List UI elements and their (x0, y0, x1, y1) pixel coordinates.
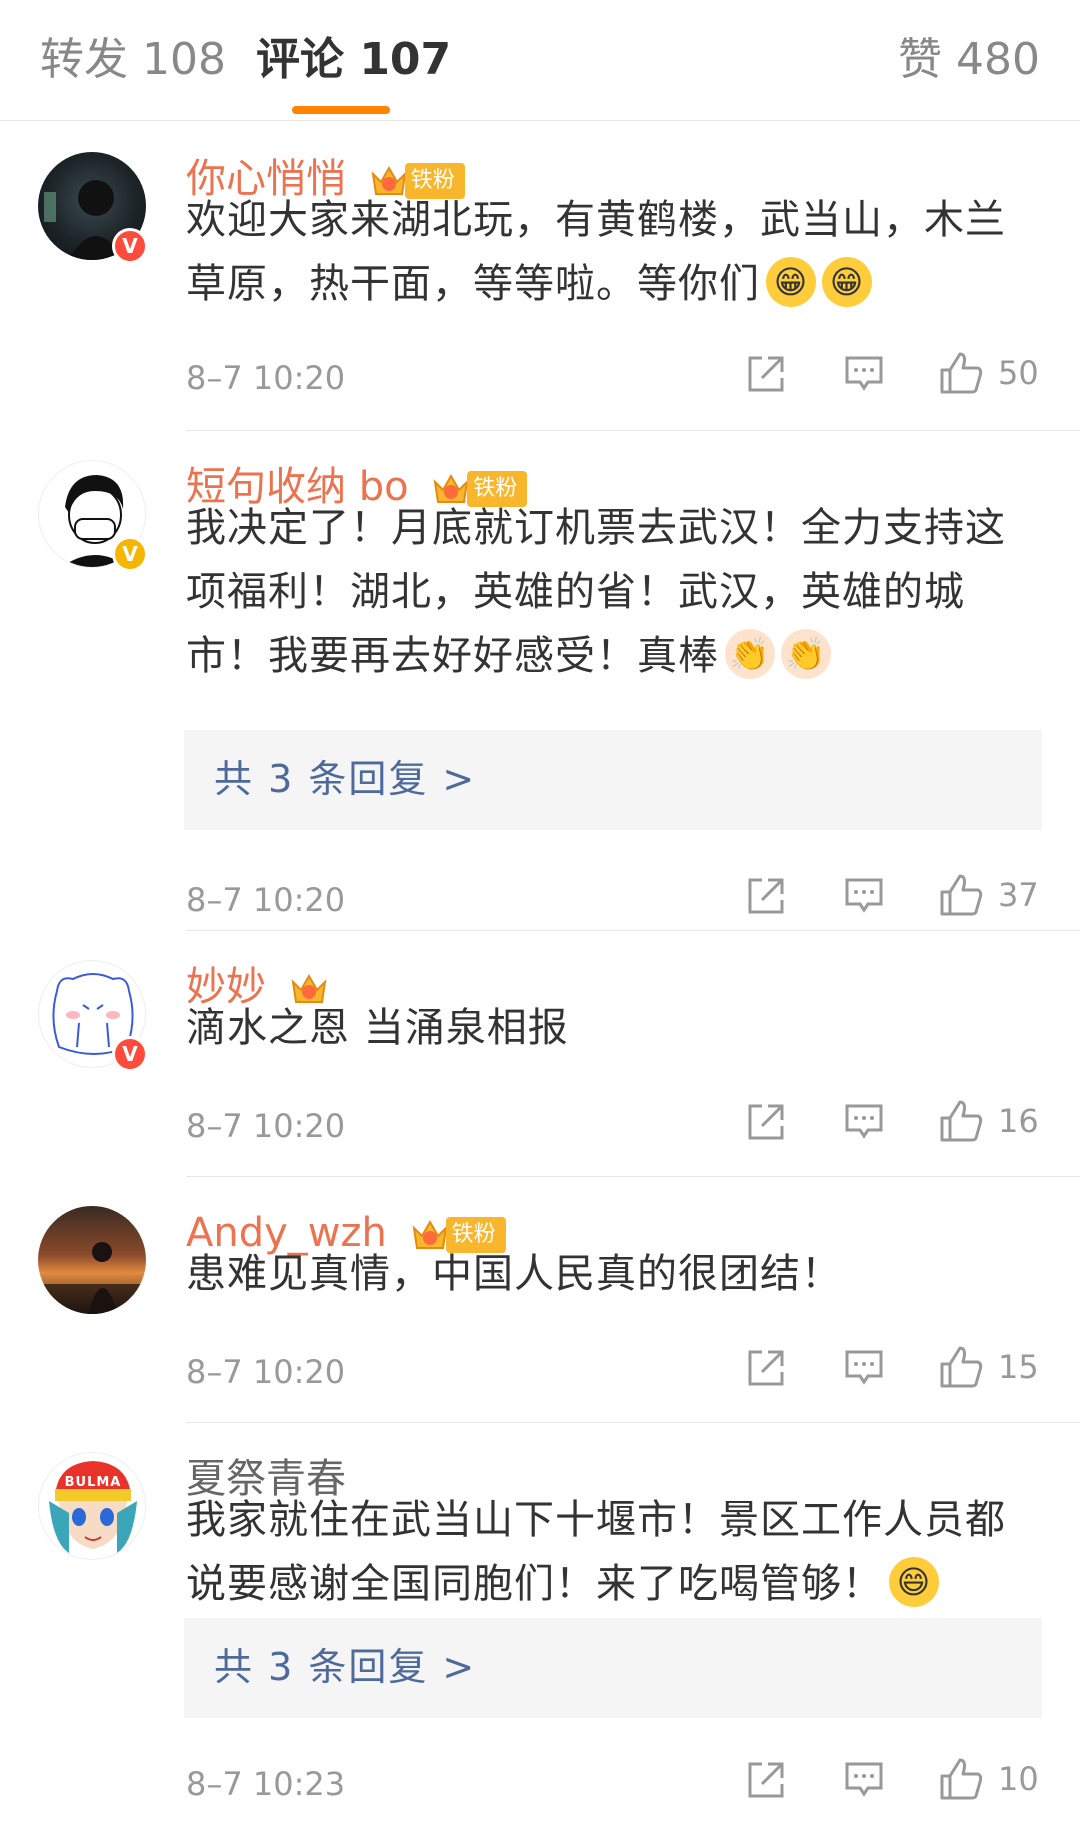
reply-button[interactable] (844, 354, 884, 394)
verified-badge: V (112, 536, 148, 572)
tab-repost[interactable]: 转发 108 (40, 32, 226, 88)
divider (186, 1422, 1080, 1423)
replies-link[interactable]: 共 3 条回复 > (184, 730, 1042, 830)
reply-button[interactable] (844, 1348, 884, 1388)
thumbs-up-icon (940, 352, 983, 394)
reply-button[interactable] (844, 1102, 884, 1142)
divider (186, 430, 1080, 431)
thumbs-up-icon (940, 874, 983, 916)
like-count: 15 (998, 1348, 1039, 1386)
verified-badge: V (112, 228, 148, 264)
comment-text: 欢迎大家来湖北玩，有黄鹤楼，武当山，木兰草原，热干面，等等啦。等你们 😁 😁 (186, 197, 1006, 307)
comment-icon (845, 1104, 883, 1139)
verified-badge: V (112, 1036, 148, 1072)
comment-time: 8–7 10:20 (186, 359, 346, 397)
comment-icon (845, 1762, 883, 1797)
reply-button[interactable] (844, 876, 884, 916)
like-button[interactable]: 15 (938, 1344, 1039, 1390)
share-button[interactable] (746, 354, 786, 394)
comment-time: 8–7 10:20 (186, 1107, 346, 1145)
share-icon (748, 1762, 784, 1798)
share-icon (748, 1350, 784, 1386)
avatar-image (38, 1242, 146, 1314)
tab-likes[interactable]: 赞 480 (898, 32, 1040, 88)
like-button[interactable]: 50 (938, 350, 1039, 396)
like-count: 37 (998, 876, 1039, 914)
share-button[interactable] (746, 1348, 786, 1388)
like-count: 16 (998, 1102, 1039, 1140)
comment-time: 8–7 10:23 (186, 1765, 346, 1803)
avatar-cap-text: BULMA (64, 1475, 122, 1490)
clap-emoji: 👏 (781, 629, 831, 679)
thumbs-up-icon (940, 1758, 983, 1800)
share-icon (748, 1104, 784, 1140)
comment-text: 滴水之恩 当涌泉相报 (186, 1005, 569, 1051)
avatar[interactable]: BULMA (38, 1452, 146, 1560)
comment-icon (845, 878, 883, 913)
share-button[interactable] (746, 1102, 786, 1142)
replies-text: 共 3 条回复 > (214, 757, 477, 801)
like-button[interactable]: 16 (938, 1098, 1039, 1144)
comment-text: 我决定了！月底就订机票去武汉！全力支持这项福利！湖北，英雄的省！武汉，英雄的城市… (186, 505, 1006, 679)
comment-icon (845, 1350, 883, 1385)
comment-time: 8–7 10:20 (186, 1353, 346, 1391)
reply-button[interactable] (844, 1760, 884, 1800)
like-button[interactable]: 10 (938, 1756, 1039, 1802)
comment-time: 8–7 10:20 (186, 881, 346, 919)
clap-emoji: 👏 (725, 629, 775, 679)
share-button[interactable] (746, 876, 786, 916)
comment-text: 我家就住在武当山下十堰市！景区工作人员都说要感谢全国同胞们！来了吃喝管够！ 😄 (186, 1497, 1006, 1607)
grin-emoji: 😁 (766, 257, 816, 307)
comment-icon (845, 356, 883, 391)
avatar[interactable] (38, 1206, 146, 1314)
laugh-emoji: 😄 (889, 1557, 939, 1607)
like-count: 10 (998, 1760, 1039, 1798)
grin-emoji: 😁 (822, 257, 872, 307)
divider (186, 1176, 1080, 1177)
like-button[interactable]: 37 (938, 872, 1039, 918)
share-icon (748, 878, 784, 914)
share-icon (748, 356, 784, 392)
tab-comments[interactable]: 评论 107 (256, 32, 451, 88)
replies-link[interactable]: 共 3 条回复 > (184, 1618, 1042, 1718)
share-button[interactable] (746, 1760, 786, 1800)
like-count: 50 (998, 354, 1039, 392)
divider (186, 930, 1080, 931)
thumbs-up-icon (940, 1346, 983, 1388)
thumbs-up-icon (940, 1100, 983, 1142)
comment-tabs: 转发 108 评论 107 赞 480 (0, 0, 1080, 121)
replies-text: 共 3 条回复 > (214, 1645, 477, 1689)
active-tab-indicator (292, 106, 390, 114)
avatar-image (49, 1461, 137, 1553)
comment-text: 患难见真情，中国人民真的很团结！ (186, 1251, 842, 1297)
